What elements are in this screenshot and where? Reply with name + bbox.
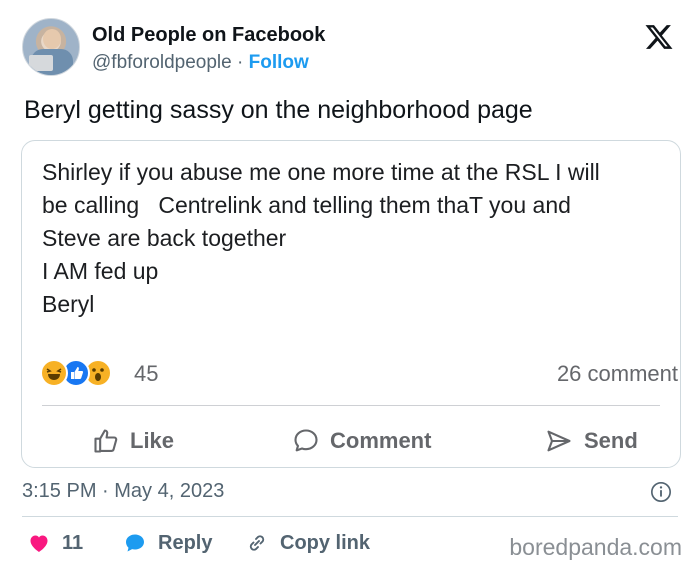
reply-label: Reply bbox=[158, 531, 213, 554]
copy-link-label: Copy link bbox=[280, 531, 371, 554]
author-handle-row: @fbforoldpeople · Follow bbox=[92, 52, 309, 74]
comment-button-label: Comment bbox=[330, 428, 432, 453]
like-count: 11 bbox=[62, 531, 84, 554]
divider bbox=[22, 516, 678, 517]
reactions-summary[interactable]: 45 bbox=[40, 359, 240, 389]
send-arrow-icon bbox=[547, 430, 571, 452]
post-line: Beryl bbox=[42, 291, 95, 317]
tweet-header: Old People on Facebook @fbforoldpeople ·… bbox=[22, 18, 682, 78]
post-line: be calling Centrelink and telling them t… bbox=[42, 192, 571, 218]
post-line: Steve are back together bbox=[42, 225, 287, 251]
follow-button[interactable]: Follow bbox=[249, 52, 309, 73]
like-button-label: Like bbox=[130, 428, 175, 453]
divider bbox=[42, 405, 660, 406]
thumbs-up-icon bbox=[94, 429, 118, 453]
x-logo-icon[interactable] bbox=[644, 22, 674, 52]
author-handle[interactable]: @fbforoldpeople bbox=[92, 52, 232, 73]
watermark: boredpanda.com bbox=[509, 534, 682, 560]
reply-bubble-icon bbox=[126, 534, 144, 552]
haha-reaction-icon bbox=[40, 359, 68, 387]
embedded-facebook-post: Shirley if you abuse me one more time at… bbox=[21, 140, 681, 468]
reply-button[interactable]: Reply bbox=[122, 528, 212, 558]
send-button-label: Send bbox=[584, 428, 638, 453]
send-button[interactable]: Send bbox=[544, 425, 638, 457]
post-line: I AM fed up bbox=[42, 258, 159, 284]
author-name[interactable]: Old People on Facebook bbox=[92, 24, 325, 47]
info-icon[interactable] bbox=[650, 481, 672, 503]
comment-bubble-icon bbox=[294, 429, 318, 452]
link-chain-icon bbox=[249, 535, 265, 551]
reaction-count: 45 bbox=[134, 361, 159, 386]
like-button[interactable]: Like bbox=[92, 425, 174, 457]
comment-count[interactable]: 26 comment bbox=[557, 361, 678, 387]
avatar[interactable] bbox=[22, 18, 80, 76]
heart-icon bbox=[30, 535, 48, 552]
post-line: Shirley if you abuse me one more time at… bbox=[42, 159, 600, 185]
tweet-text: Beryl getting sassy on the neighborhood … bbox=[24, 96, 533, 124]
like-heart-button[interactable]: 11 bbox=[26, 528, 83, 558]
comment-button[interactable]: Comment bbox=[292, 425, 431, 457]
tweet-timestamp[interactable]: 3:15 PM · May 4, 2023 bbox=[22, 480, 224, 503]
separator-dot: · bbox=[237, 52, 244, 73]
copy-link-button[interactable]: Copy link bbox=[244, 528, 370, 558]
